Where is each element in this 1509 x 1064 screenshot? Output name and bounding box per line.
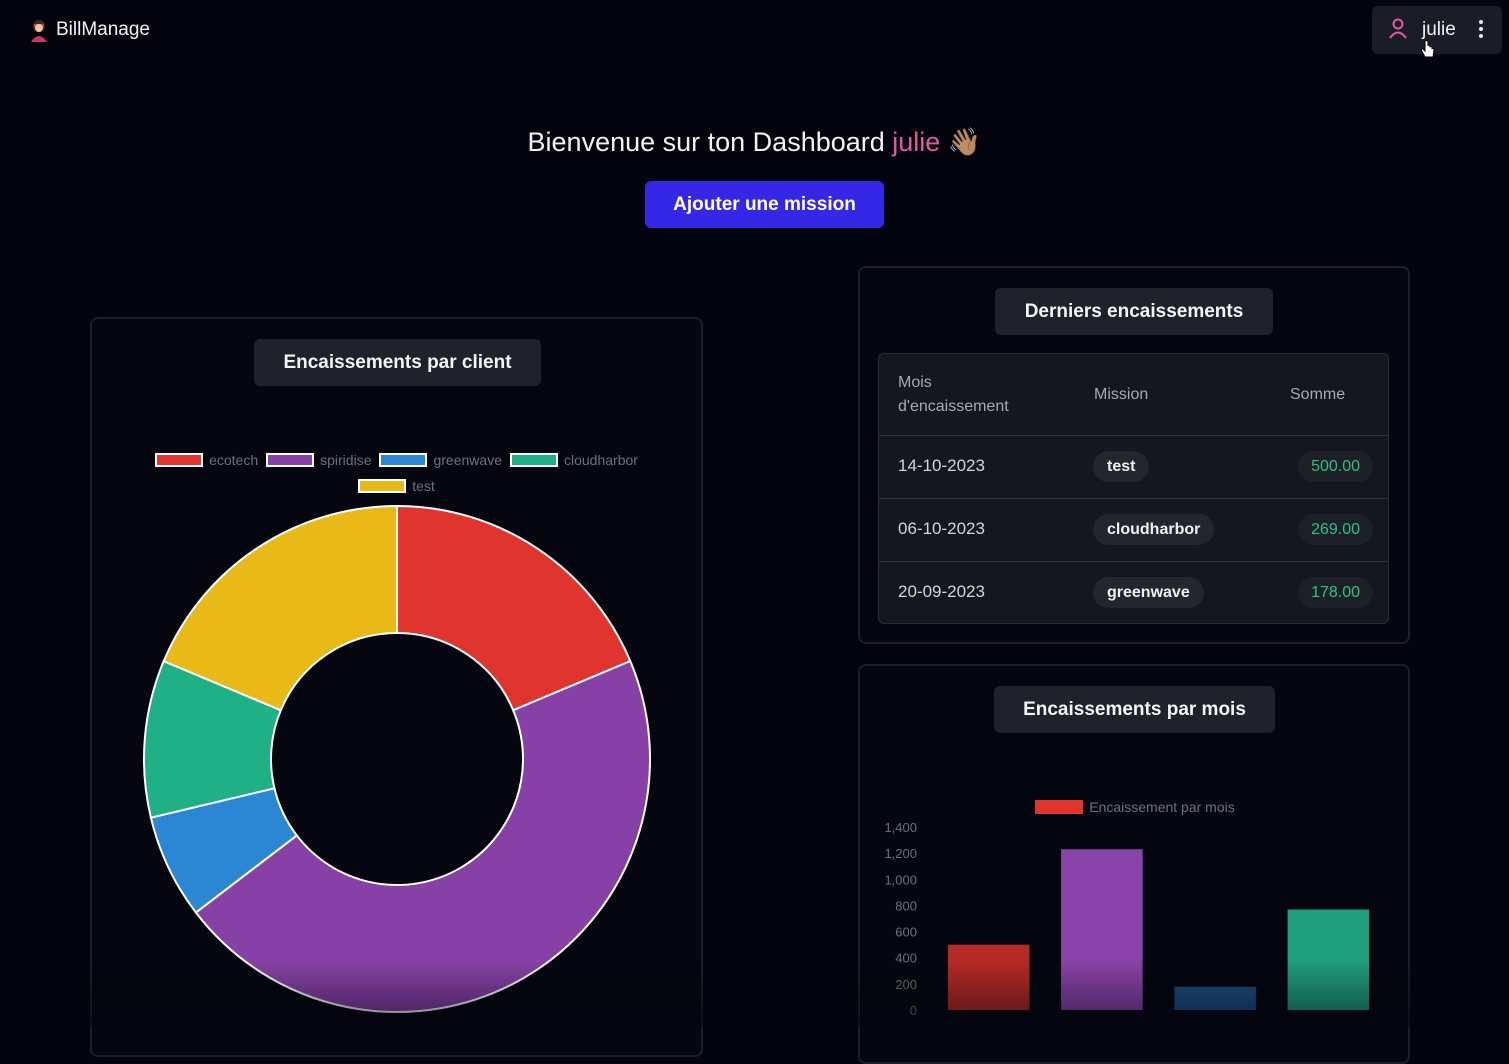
waving-hand-icon: 👋🏽 xyxy=(947,127,982,157)
monthly-chart-title: Encaissements par mois xyxy=(994,686,1275,733)
legend-label: ecotech xyxy=(209,452,259,468)
bar-4[interactable] xyxy=(1287,909,1370,1010)
legend-label: test xyxy=(412,478,435,494)
table-row[interactable]: 06-10-2023 cloudharbor 269.00 xyxy=(879,499,1388,562)
bar-chart: 0 200 400 600 800 1,000 1,200 1,400 xyxy=(884,820,1370,1018)
legend-label: greenwave xyxy=(433,452,502,468)
legend-swatch xyxy=(1035,800,1084,814)
row-mission-badge: test xyxy=(1093,451,1150,482)
table-header: Mois d'encaissement Mission Somme xyxy=(879,354,1388,436)
y-tick-label: 400 xyxy=(895,951,917,966)
add-mission-button[interactable]: Ajouter une mission xyxy=(645,181,884,228)
row-date: 06-10-2023 xyxy=(898,519,985,538)
y-tick-label: 200 xyxy=(895,977,917,992)
user-menu[interactable]: julie xyxy=(1372,6,1502,54)
y-tick-label: 0 xyxy=(910,1003,917,1018)
payments-table: Mois d'encaissement Mission Somme 14-10-… xyxy=(878,353,1389,624)
table-row[interactable]: 20-09-2023 greenwave 178.00 xyxy=(879,562,1388,623)
y-tick-label: 1,000 xyxy=(884,872,917,887)
row-date: 20-09-2023 xyxy=(898,582,985,601)
legend-item-greenwave[interactable]: greenwave xyxy=(379,449,502,471)
table-row[interactable]: 14-10-2023 test 500.00 xyxy=(879,436,1388,499)
donut-chart xyxy=(143,504,651,1013)
payments-title: Derniers encaissements xyxy=(995,288,1273,335)
welcome-text: Bienvenue sur ton Dashboard xyxy=(527,127,885,157)
client-chart-title: Encaissements par client xyxy=(254,339,541,386)
y-tick-label: 600 xyxy=(895,925,917,940)
legend-item-ecotech[interactable]: ecotech xyxy=(155,449,258,471)
legend-swatch xyxy=(509,453,558,467)
brand-name: BillManage xyxy=(56,19,150,40)
column-header-date: Mois d'encaissement xyxy=(898,374,1009,415)
y-tick-label: 800 xyxy=(895,898,917,913)
legend-item-spiridise[interactable]: spiridise xyxy=(266,449,371,471)
top-navbar: BillManage julie xyxy=(0,0,1509,60)
y-tick-label: 1,400 xyxy=(884,820,917,835)
brand[interactable]: BillManage xyxy=(28,18,150,42)
bar-1[interactable] xyxy=(947,944,1030,1010)
legend-swatch xyxy=(379,453,428,467)
row-mission-badge: cloudharbor xyxy=(1093,514,1215,545)
column-header-amount: Somme xyxy=(1290,386,1346,403)
row-amount-badge: 269.00 xyxy=(1298,514,1373,545)
row-amount-badge: 178.00 xyxy=(1298,577,1373,608)
bar-3[interactable] xyxy=(1174,986,1256,1010)
bar-2[interactable] xyxy=(1061,849,1143,1010)
legend-label: cloudharbor xyxy=(563,452,638,468)
user-name: julie xyxy=(1422,19,1456,40)
user-icon xyxy=(1388,17,1408,44)
column-header-mission: Mission xyxy=(1094,386,1149,403)
welcome-username: julie xyxy=(892,127,941,157)
row-mission-badge: greenwave xyxy=(1093,577,1204,608)
legend-swatch xyxy=(155,453,204,467)
legend-swatch xyxy=(358,479,407,493)
avatar-icon xyxy=(28,18,50,42)
donut-legend: ecotech spiridise greenwave cloudharbor test xyxy=(140,449,653,497)
legend-swatch xyxy=(266,453,315,467)
row-amount-badge: 500.00 xyxy=(1298,451,1373,482)
kebab-icon[interactable] xyxy=(1478,20,1484,40)
welcome-heading: Bienvenue sur ton Dashboard julie 👋🏽 xyxy=(0,126,1509,158)
legend-item-cloudharbor[interactable]: cloudharbor xyxy=(509,449,638,471)
legend-label: Encaissement par mois xyxy=(1089,799,1235,815)
row-date: 14-10-2023 xyxy=(898,456,985,475)
y-tick-label: 1,200 xyxy=(884,846,917,861)
legend-item-test[interactable]: test xyxy=(358,475,435,497)
legend-label: spiridise xyxy=(320,452,372,468)
pointer-cursor-icon xyxy=(1420,40,1436,65)
